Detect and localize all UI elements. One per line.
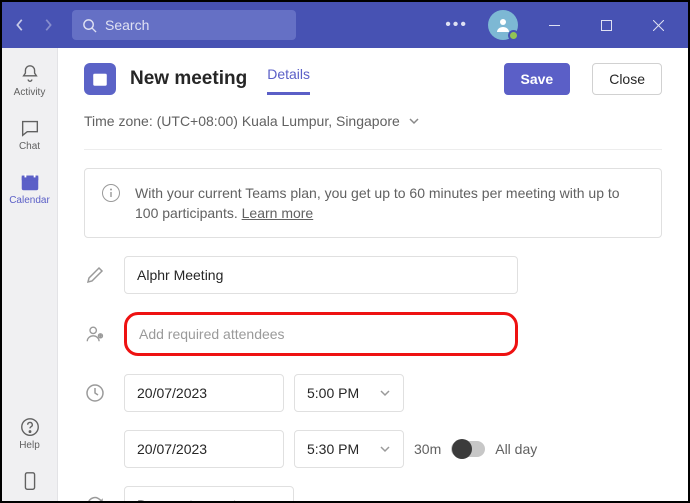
start-date-field[interactable]: 20/07/2023 [124, 374, 284, 412]
rail-item-calendar[interactable]: Calendar [2, 162, 58, 214]
duration-label: 30m [414, 441, 441, 457]
start-time-field[interactable]: 5:00 PM [294, 374, 404, 412]
pencil-icon [84, 264, 106, 286]
banner-text: With your current Teams plan, you get up… [135, 185, 620, 221]
window-minimize-button[interactable] [532, 2, 576, 48]
help-icon [19, 416, 41, 438]
calendar-icon [19, 171, 41, 193]
device-icon [19, 470, 41, 492]
presence-indicator [508, 30, 519, 41]
chat-icon [19, 117, 41, 139]
rail-item-device[interactable] [2, 461, 58, 501]
search-icon [82, 18, 97, 33]
end-date-field[interactable]: 20/07/2023 [124, 430, 284, 468]
meeting-title-field[interactable] [124, 256, 518, 294]
meeting-title-input[interactable] [137, 267, 505, 283]
more-options-button[interactable]: ••• [439, 16, 474, 34]
attendees-input[interactable] [139, 326, 503, 342]
rail-item-activity[interactable]: Activity [2, 54, 58, 106]
timezone-selector[interactable]: Time zone: (UTC+08:00) Kuala Lumpur, Sin… [84, 101, 662, 150]
nav-back-button[interactable] [10, 11, 30, 39]
rail-item-help[interactable]: Help [2, 407, 58, 459]
plan-info-banner: With your current Teams plan, you get up… [84, 168, 662, 238]
recurrence-field[interactable]: Does not repeat [124, 486, 294, 501]
person-icon [495, 17, 511, 33]
nav-forward-button[interactable] [38, 11, 58, 39]
rail-item-chat[interactable]: Chat [2, 108, 58, 160]
chevron-down-icon [269, 499, 281, 501]
user-avatar[interactable] [488, 10, 518, 40]
bell-icon [19, 63, 41, 85]
info-icon [101, 183, 121, 203]
search-box[interactable] [72, 10, 296, 40]
tab-details[interactable]: Details [267, 62, 310, 95]
app-rail: Activity Chat Calendar Help [2, 48, 58, 501]
rail-label: Calendar [9, 195, 50, 206]
allday-toggle[interactable] [451, 441, 485, 457]
window-maximize-button[interactable] [584, 2, 628, 48]
clock-icon [84, 382, 106, 404]
rail-label: Chat [19, 141, 40, 152]
rail-label: Activity [14, 87, 46, 98]
learn-more-link[interactable]: Learn more [242, 205, 314, 221]
title-bar: ••• [2, 2, 688, 48]
search-input[interactable] [105, 17, 286, 33]
page-header: New meeting Details Save Close [84, 62, 662, 95]
page-title: New meeting [130, 68, 247, 90]
close-button[interactable]: Close [592, 63, 662, 95]
calendar-badge-icon [84, 63, 116, 95]
chevron-down-icon [379, 387, 391, 399]
chevron-down-icon [408, 115, 420, 127]
save-button[interactable]: Save [504, 63, 571, 95]
chevron-down-icon [379, 443, 391, 455]
rail-label: Help [19, 440, 40, 451]
repeat-icon [84, 494, 106, 501]
attendees-icon [84, 323, 106, 345]
allday-label: All day [495, 441, 537, 457]
attendees-field[interactable] [124, 312, 518, 356]
end-time-field[interactable]: 5:30 PM [294, 430, 404, 468]
window-close-button[interactable] [636, 2, 680, 48]
timezone-label: Time zone: (UTC+08:00) Kuala Lumpur, Sin… [84, 113, 400, 129]
